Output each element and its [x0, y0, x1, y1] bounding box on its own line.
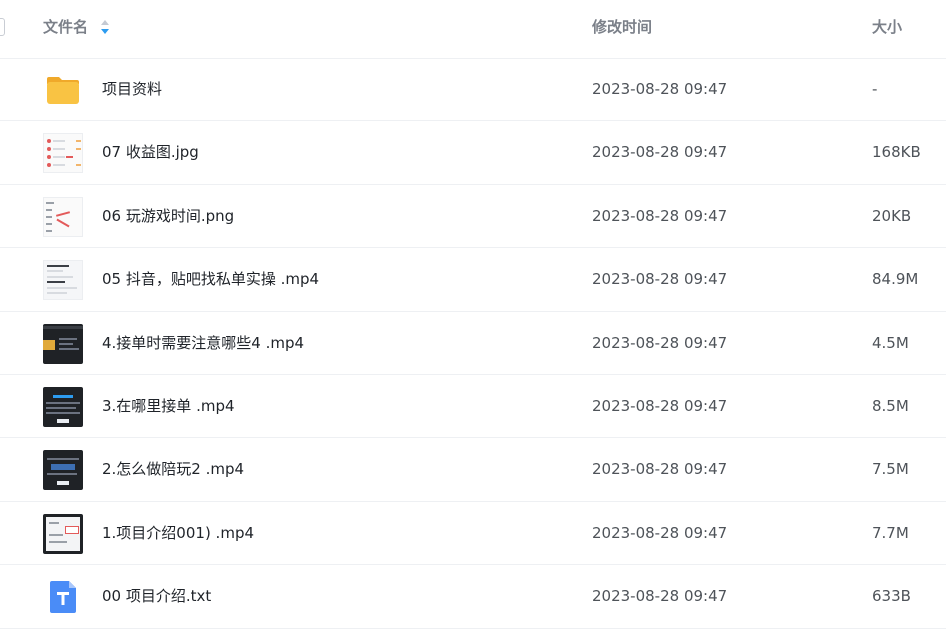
file-row[interactable]: 3.在哪里接单 .mp4 2023-08-28 09:47 8.5M — [0, 375, 946, 439]
column-header-modified-time[interactable]: 修改时间 — [592, 18, 652, 36]
file-size: 168KB — [872, 143, 921, 162]
file-size: 7.5M — [872, 460, 909, 479]
file-size: 7.7M — [872, 523, 909, 542]
file-modified-time: 2023-08-28 09:47 — [592, 206, 728, 225]
file-list: 项目资料 2023-08-28 09:47 - 07 收益图.jpg 2023-… — [0, 58, 946, 629]
file-modified-time: 2023-08-28 09:47 — [592, 80, 728, 98]
file-size: 84.9M — [872, 270, 919, 289]
video-thumbnail — [43, 323, 83, 364]
video-thumbnail — [43, 260, 83, 301]
file-row[interactable]: 05 抖音，贴吧找私单实操 .mp4 2023-08-28 09:47 84.9… — [0, 248, 946, 312]
file-size: - — [872, 80, 878, 98]
file-name[interactable]: 4.接单时需要注意哪些4 .mp4 — [102, 334, 304, 352]
file-name[interactable]: 3.在哪里接单 .mp4 — [102, 397, 235, 415]
file-modified-time: 2023-08-28 09:47 — [592, 460, 728, 479]
file-list-header: 文件名 修改时间 大小 — [0, 0, 946, 59]
video-thumbnail — [43, 513, 83, 554]
file-size: 20KB — [872, 206, 912, 225]
file-row[interactable]: 06 玩游戏时间.png 2023-08-28 09:47 20KB — [0, 185, 946, 249]
file-name[interactable]: 07 收益图.jpg — [102, 143, 199, 161]
file-name[interactable]: 项目资料 — [102, 80, 162, 98]
file-size: 8.5M — [872, 396, 909, 415]
file-modified-time: 2023-08-28 09:47 — [592, 270, 728, 289]
file-row[interactable]: 2.怎么做陪玩2 .mp4 2023-08-28 09:47 7.5M — [0, 438, 946, 502]
file-row[interactable]: 1.项目介绍001) .mp4 2023-08-28 09:47 7.7M — [0, 502, 946, 566]
file-row[interactable]: 07 收益图.jpg 2023-08-28 09:47 168KB — [0, 121, 946, 185]
image-thumbnail — [43, 196, 83, 237]
file-modified-time: 2023-08-28 09:47 — [592, 333, 728, 352]
file-modified-time: 2023-08-28 09:47 — [592, 396, 728, 415]
file-name[interactable]: 00 项目介绍.txt — [102, 587, 211, 605]
file-modified-time: 2023-08-28 09:47 — [592, 523, 728, 542]
file-row[interactable]: 4.接单时需要注意哪些4 .mp4 2023-08-28 09:47 4.5M — [0, 312, 946, 375]
sort-toggle-icon[interactable] — [99, 19, 111, 35]
file-name[interactable]: 1.项目介绍001) .mp4 — [102, 524, 254, 542]
folder-icon — [47, 77, 79, 104]
column-header-size[interactable]: 大小 — [872, 18, 902, 36]
text-file-icon — [50, 581, 76, 614]
column-header-name[interactable]: 文件名 — [43, 18, 88, 36]
file-row[interactable]: 00 项目介绍.txt 2023-08-28 09:47 633B — [0, 565, 946, 629]
file-name[interactable]: 06 玩游戏时间.png — [102, 207, 234, 225]
file-name[interactable]: 2.怎么做陪玩2 .mp4 — [102, 460, 244, 478]
file-row[interactable]: 项目资料 2023-08-28 09:47 - — [0, 58, 946, 122]
file-name[interactable]: 05 抖音，贴吧找私单实操 .mp4 — [102, 270, 319, 288]
file-size: 633B — [872, 587, 911, 606]
image-thumbnail — [43, 133, 83, 174]
file-modified-time: 2023-08-28 09:47 — [592, 587, 728, 606]
video-thumbnail — [43, 450, 83, 491]
file-modified-time: 2023-08-28 09:47 — [592, 143, 728, 162]
file-size: 4.5M — [872, 333, 909, 352]
video-thumbnail — [43, 386, 83, 427]
